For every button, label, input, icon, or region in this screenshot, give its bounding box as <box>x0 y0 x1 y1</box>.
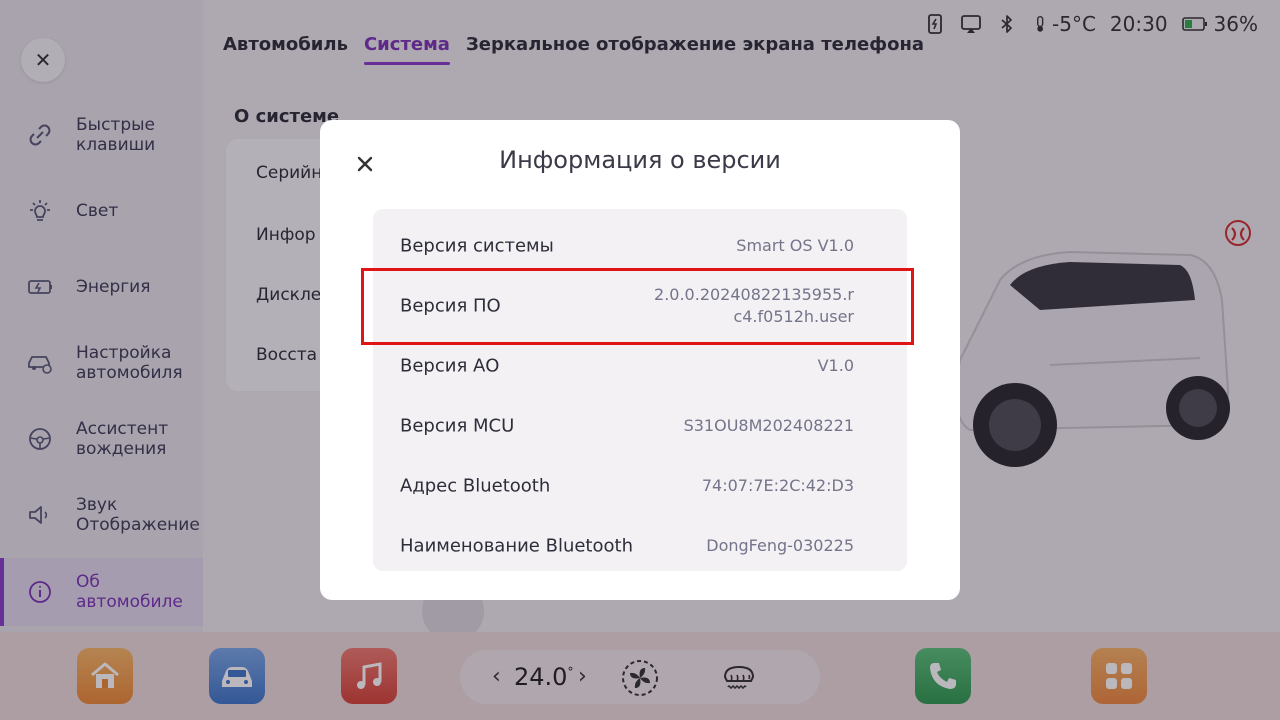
version-info-dialog: Информация о версии Версия системы Smart… <box>320 120 960 600</box>
info-value: DongFeng-030225 <box>706 536 854 555</box>
info-row-bluetooth-name: Наименование Bluetooth DongFeng-030225 <box>373 516 907 571</box>
info-value: 74:07:7E:2C:42:D3 <box>701 476 854 495</box>
info-row-bluetooth-address: Адрес Bluetooth 74:07:7E:2C:42:D3 <box>373 456 907 516</box>
info-row-ao-version: Версия АО V1.0 <box>373 336 907 396</box>
info-key: Версия системы <box>400 235 554 257</box>
info-key: Версия АО <box>400 355 500 377</box>
info-value: V1.0 <box>817 356 854 375</box>
info-row-mcu-version: Версия MCU S31OU8M202408221 <box>373 396 907 456</box>
info-row-system-version: Версия системы Smart OS V1.0 <box>373 216 907 276</box>
highlight-box <box>361 268 914 345</box>
info-value: S31OU8M202408221 <box>683 416 854 435</box>
info-value: Smart OS V1.0 <box>736 236 854 255</box>
info-key: Версия MCU <box>400 415 515 437</box>
version-info-list: Версия системы Smart OS V1.0 Версия ПО 2… <box>373 209 907 571</box>
info-key: Адрес Bluetooth <box>400 475 551 497</box>
dialog-title: Информация о версии <box>499 146 781 174</box>
info-key: Наименование Bluetooth <box>400 535 633 557</box>
